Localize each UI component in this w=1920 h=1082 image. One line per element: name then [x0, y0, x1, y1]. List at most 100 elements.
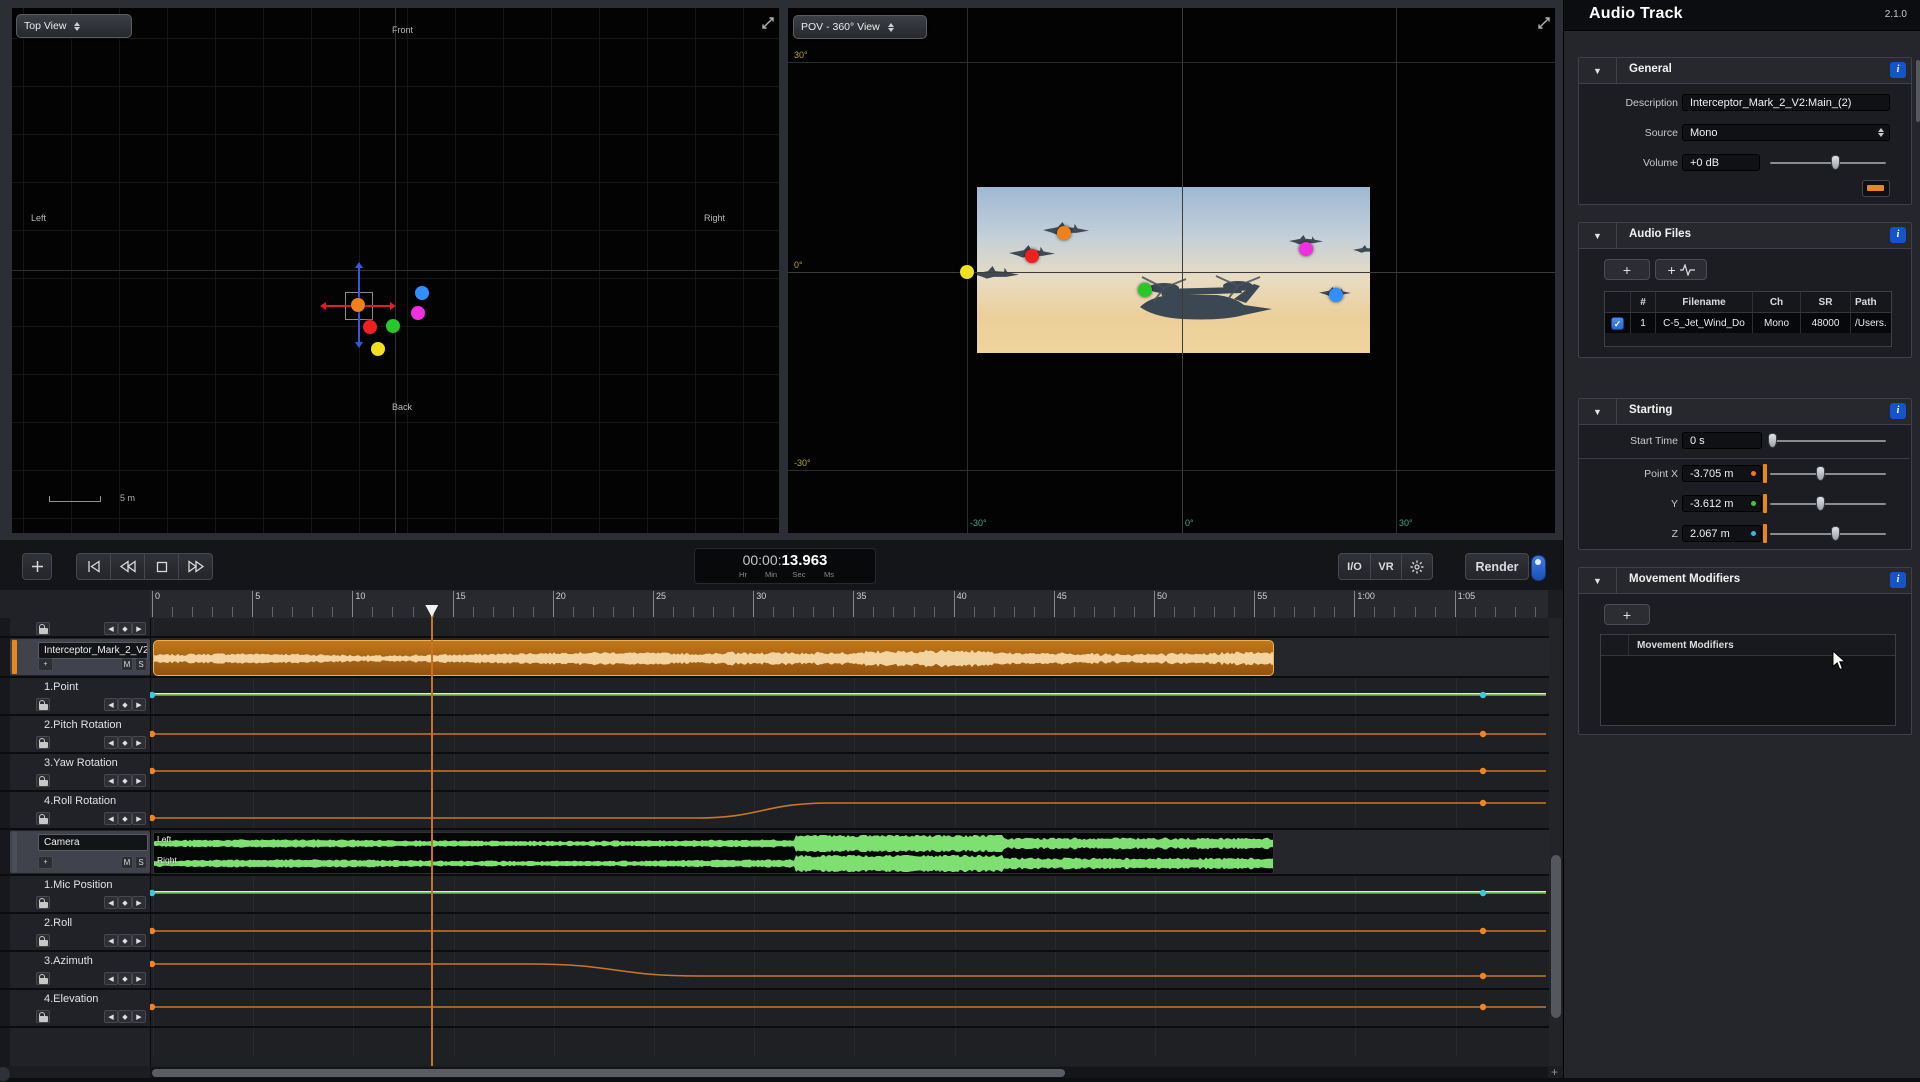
solo-button[interactable]: S	[135, 658, 147, 671]
horizontal-scroll-thumb[interactable]	[152, 1069, 1065, 1077]
add-audio-file-button[interactable]: +	[1604, 259, 1650, 280]
add-track-button[interactable]	[22, 553, 52, 580]
add-movement-modifier-button[interactable]: +	[1604, 604, 1650, 625]
particle-orange[interactable]	[351, 298, 365, 312]
group-track-header[interactable]: Camera + MS	[10, 831, 150, 873]
render-button[interactable]: Render	[1465, 553, 1529, 580]
track-content-row[interactable]	[151, 952, 1549, 990]
track-name-field[interactable]: Camera	[38, 834, 148, 851]
axis-slider-track[interactable]	[1770, 503, 1886, 505]
lock-button[interactable]	[36, 812, 50, 825]
track-content-row[interactable]	[151, 914, 1549, 952]
particle-blue[interactable]	[1329, 288, 1343, 302]
panel-scrollbar[interactable]	[1916, 60, 1920, 122]
timeline-zoom-add-icon[interactable]: +	[1551, 1065, 1558, 1079]
view-mode-select[interactable]: Top View	[16, 14, 132, 38]
info-icon[interactable]: i	[1890, 62, 1906, 78]
solo-button[interactable]: S	[135, 856, 147, 869]
add-audio-file-with-waveform-button[interactable]: +	[1655, 259, 1707, 280]
start-time-field[interactable]: 0 s	[1682, 432, 1762, 449]
track-content-row[interactable]	[151, 678, 1549, 716]
start-time-slider-handle[interactable]	[1768, 433, 1777, 448]
audio-clip-mono[interactable]	[153, 640, 1274, 676]
fast-forward-button[interactable]	[178, 553, 213, 580]
axis-slider-handle[interactable]	[1816, 496, 1825, 511]
point-z-field[interactable]: 2.067 m	[1682, 525, 1762, 542]
track-content-row[interactable]	[151, 716, 1549, 754]
volume-field[interactable]: +0 dB	[1682, 154, 1760, 171]
add-subtrack-button[interactable]: +	[38, 856, 53, 869]
expand-view-icon[interactable]	[1536, 15, 1552, 31]
track-name-field[interactable]: Interceptor_Mark_2_V2	[38, 642, 148, 659]
file-checkbox[interactable]: ✓	[1611, 317, 1624, 330]
track-content-row[interactable]	[151, 618, 1549, 638]
disclosure-triangle-icon[interactable]: ▼	[1579, 223, 1617, 248]
horizontal-scrollbar[interactable]	[150, 1067, 1548, 1078]
next-keyframe-button[interactable]: ▶	[132, 934, 146, 947]
timeline-corner-knob[interactable]	[0, 1066, 11, 1082]
next-keyframe-button[interactable]: ▶	[132, 736, 146, 749]
next-keyframe-button[interactable]: ▶	[132, 812, 146, 825]
lock-button[interactable]	[36, 698, 50, 711]
mute-button[interactable]: M	[121, 658, 133, 671]
vertical-scrollbar[interactable]	[1549, 618, 1562, 1066]
particle-green[interactable]	[1138, 283, 1152, 297]
settings-button[interactable]	[1401, 553, 1433, 580]
add-keyframe-button[interactable]: ◆	[118, 934, 132, 947]
track-content-row[interactable]	[151, 876, 1549, 914]
lock-button[interactable]	[36, 622, 50, 635]
render-indicator-toggle[interactable]	[1531, 555, 1546, 581]
particle-yellow[interactable]	[960, 265, 974, 279]
add-keyframe-button[interactable]: ◆	[118, 736, 132, 749]
stop-button[interactable]	[144, 553, 179, 580]
axis-slider-handle[interactable]	[1831, 526, 1840, 541]
track-content-row[interactable]	[151, 754, 1549, 792]
next-keyframe-button[interactable]: ▶	[132, 774, 146, 787]
particle-red[interactable]	[363, 320, 377, 334]
io-button[interactable]: I/O	[1338, 553, 1371, 580]
track-color-button[interactable]	[1862, 180, 1890, 197]
prev-keyframe-button[interactable]: ◀	[104, 1010, 118, 1023]
vertical-scroll-thumb[interactable]	[1551, 855, 1561, 1018]
start-time-slider-track[interactable]	[1770, 440, 1886, 442]
track-content-area[interactable]: LeftRight	[150, 618, 1549, 1066]
particle-magenta[interactable]	[411, 306, 425, 320]
particle-green[interactable]	[386, 319, 400, 333]
prev-keyframe-button[interactable]: ◀	[104, 736, 118, 749]
add-keyframe-button[interactable]: ◆	[118, 972, 132, 985]
volume-slider-track[interactable]	[1770, 162, 1886, 164]
add-subtrack-button[interactable]: +	[38, 658, 53, 671]
lock-button[interactable]	[36, 934, 50, 947]
particle-blue[interactable]	[415, 286, 429, 300]
group-track-header[interactable]: Interceptor_Mark_2_V2+ MS	[10, 639, 150, 675]
next-keyframe-button[interactable]: ▶	[132, 1010, 146, 1023]
info-icon[interactable]: i	[1890, 572, 1906, 588]
prev-keyframe-button[interactable]: ◀	[104, 972, 118, 985]
prev-keyframe-button[interactable]: ◀	[104, 622, 118, 635]
axis-slider-handle[interactable]	[1816, 466, 1825, 481]
lock-button[interactable]	[36, 736, 50, 749]
prev-keyframe-button[interactable]: ◀	[104, 896, 118, 909]
track-content-row[interactable]	[151, 990, 1549, 1028]
add-keyframe-button[interactable]: ◆	[118, 774, 132, 787]
next-keyframe-button[interactable]: ▶	[132, 896, 146, 909]
volume-slider-handle[interactable]	[1831, 155, 1840, 170]
timecode-display[interactable]: 00:00:13.963 Hr Min Sec Ms	[694, 548, 876, 584]
particle-magenta[interactable]	[1299, 242, 1313, 256]
info-icon[interactable]: i	[1890, 403, 1906, 419]
vr-button[interactable]: VR	[1370, 553, 1402, 580]
next-keyframe-button[interactable]: ▶	[132, 972, 146, 985]
lock-button[interactable]	[36, 774, 50, 787]
info-icon[interactable]: i	[1890, 227, 1906, 243]
particle-orange[interactable]	[1057, 226, 1071, 240]
particle-yellow[interactable]	[371, 342, 385, 356]
add-keyframe-button[interactable]: ◆	[118, 812, 132, 825]
disclosure-triangle-icon[interactable]: ▼	[1579, 568, 1617, 593]
prev-keyframe-button[interactable]: ◀	[104, 934, 118, 947]
point-x-field[interactable]: -3.705 m	[1682, 465, 1762, 482]
mute-button[interactable]: M	[121, 856, 133, 869]
prev-keyframe-button[interactable]: ◀	[104, 698, 118, 711]
disclosure-triangle-icon[interactable]: ▼	[1579, 58, 1617, 83]
next-keyframe-button[interactable]: ▶	[132, 698, 146, 711]
disclosure-triangle-icon[interactable]: ▼	[1579, 399, 1617, 424]
